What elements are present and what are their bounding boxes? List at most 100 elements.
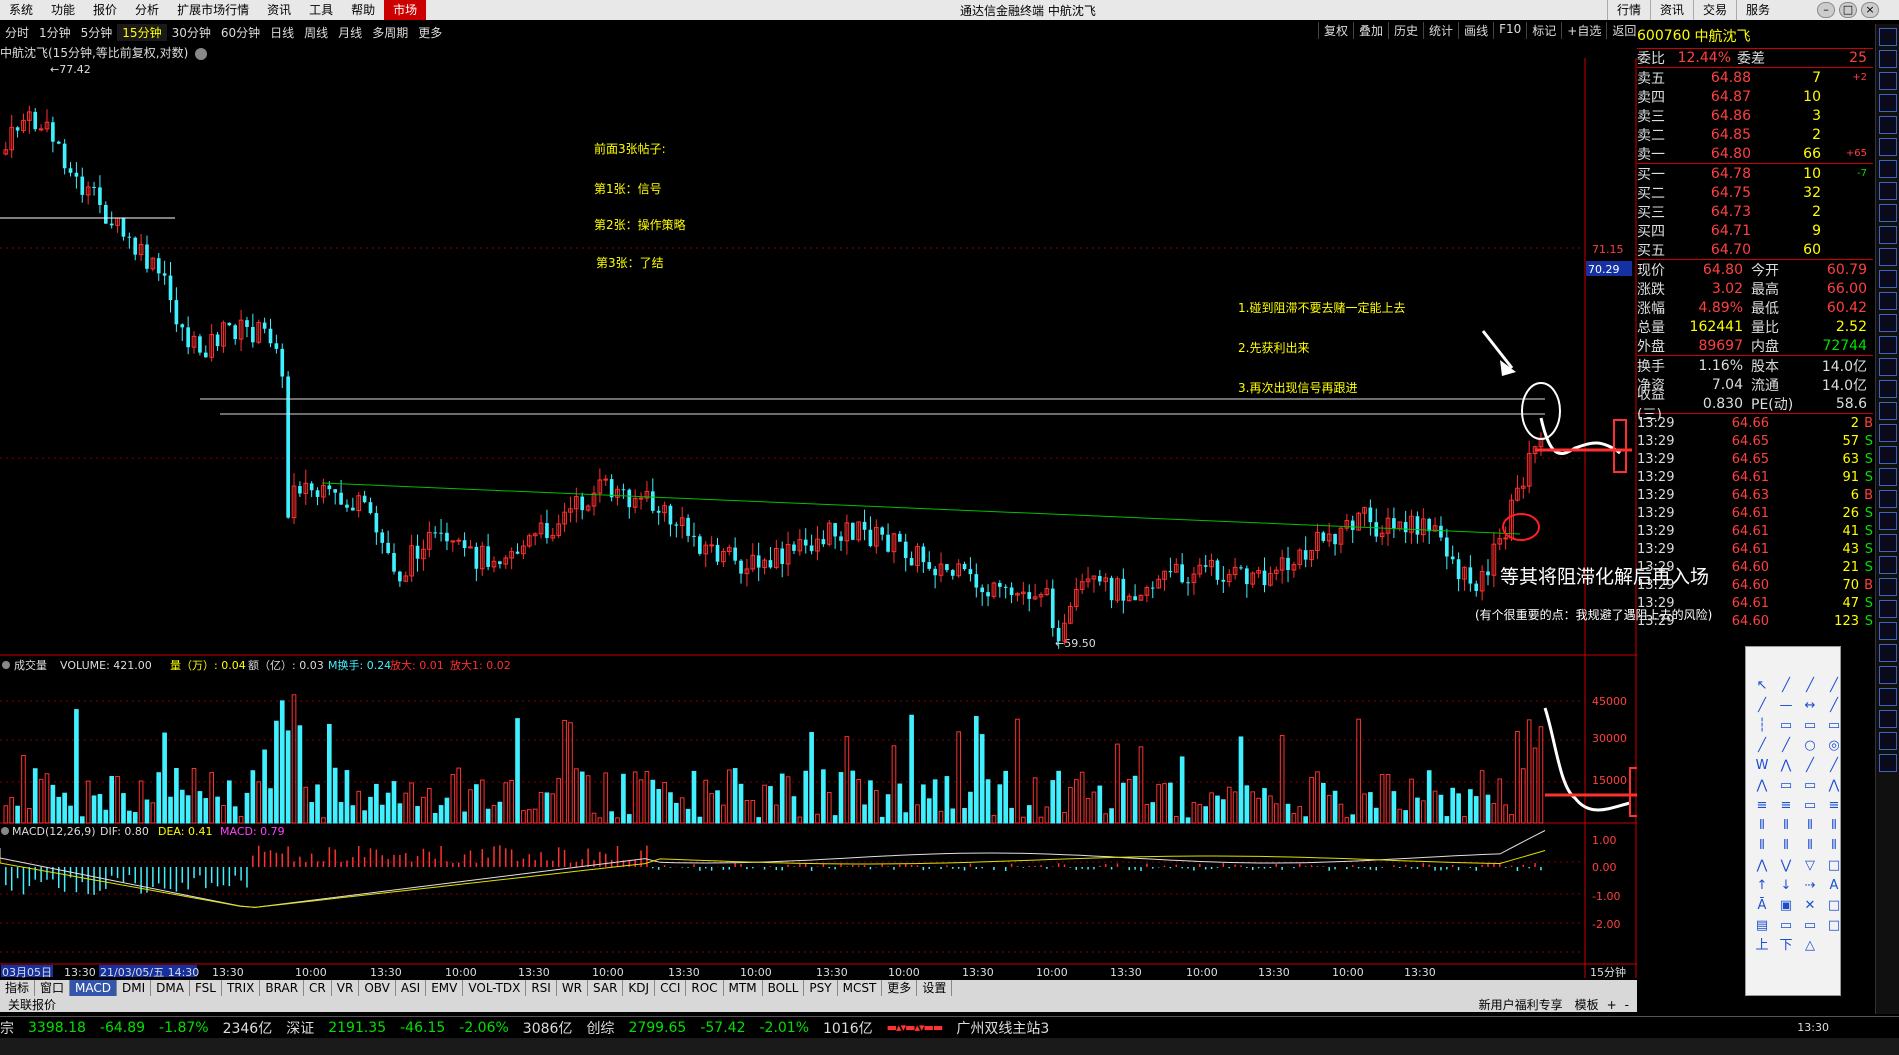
close-button[interactable]: × bbox=[1861, 2, 1879, 18]
sidebar-tool-icon[interactable] bbox=[1879, 490, 1897, 508]
toolbar-button[interactable]: 标记 bbox=[1526, 22, 1561, 39]
indicator-tab[interactable]: PSY bbox=[804, 980, 838, 996]
period-tab[interactable]: 多周期 bbox=[367, 24, 413, 41]
period-tab[interactable]: 5分钟 bbox=[76, 24, 118, 41]
sidebar-tool-icon[interactable] bbox=[1879, 732, 1897, 750]
sidebar-tool-icon[interactable] bbox=[1879, 578, 1897, 596]
sidebar-tool-icon[interactable] bbox=[1879, 688, 1897, 706]
sidebar-tool-icon[interactable] bbox=[1879, 666, 1897, 684]
menu-item[interactable]: 帮助 bbox=[342, 0, 384, 20]
sidebar-tool-icon[interactable] bbox=[1879, 534, 1897, 552]
sidebar-tool-icon[interactable] bbox=[1879, 644, 1897, 662]
menu-market[interactable]: 市场 bbox=[384, 0, 427, 20]
sidebar-tool-icon[interactable] bbox=[1879, 380, 1897, 398]
quote-bottom-tab[interactable]: 价 bbox=[1688, 998, 1712, 1015]
menu-item[interactable]: 功能 bbox=[42, 0, 84, 20]
indicator-tab[interactable]: 更多 bbox=[882, 980, 918, 996]
period-tab[interactable]: 月线 bbox=[333, 24, 367, 41]
toolbar-button[interactable]: +自选 bbox=[1561, 22, 1606, 39]
sidebar-tool-icon[interactable] bbox=[1879, 754, 1897, 772]
period-tab[interactable]: 30分钟 bbox=[167, 24, 216, 41]
menu-item[interactable]: 分析 bbox=[126, 0, 168, 20]
sidebar-tool-icon[interactable] bbox=[1879, 28, 1897, 46]
menu-item[interactable]: 系统 bbox=[0, 0, 42, 20]
sidebar-tool-icon[interactable] bbox=[1879, 204, 1897, 222]
minimize-button[interactable]: – bbox=[1817, 2, 1835, 18]
sidebar-tool-icon[interactable] bbox=[1879, 556, 1897, 574]
quote-bottom-tab[interactable]: 笔 bbox=[1664, 998, 1688, 1015]
quote-bottom-tab[interactable]: 联 bbox=[1760, 998, 1784, 1015]
indicator-tab[interactable]: FSL bbox=[190, 980, 222, 996]
sidebar-tool-icon[interactable] bbox=[1879, 248, 1897, 266]
quote-bottom-tab[interactable]: 主 bbox=[1808, 998, 1832, 1015]
sidebar-tool-icon[interactable] bbox=[1879, 50, 1897, 68]
indicator-tab[interactable]: OBV bbox=[359, 980, 396, 996]
sidebar-tool-icon[interactable] bbox=[1879, 292, 1897, 310]
toolbar-button[interactable]: 统计 bbox=[1423, 22, 1458, 39]
indicator-tab[interactable]: KDJ bbox=[623, 980, 656, 996]
sidebar-tool-icon[interactable] bbox=[1879, 424, 1897, 442]
menu-right-item[interactable]: 行情 bbox=[1606, 0, 1650, 20]
sidebar-tool-icon[interactable] bbox=[1879, 94, 1897, 112]
toolbar-button[interactable]: 历史 bbox=[1388, 22, 1423, 39]
indicator-tab[interactable]: 指标 bbox=[0, 980, 36, 996]
indicator-tab[interactable]: RSI bbox=[526, 980, 557, 996]
quote-bottom-tab[interactable]: 势 bbox=[1736, 998, 1760, 1015]
toolbar-button[interactable]: 复权 bbox=[1318, 22, 1353, 39]
indicator-tab[interactable]: MACD bbox=[70, 980, 118, 996]
menu-item[interactable]: 资讯 bbox=[258, 0, 300, 20]
indicator-tab[interactable]: CCI bbox=[655, 980, 687, 996]
menu-right-item[interactable]: 服务 bbox=[1735, 0, 1779, 20]
indicator-tab[interactable]: WR bbox=[557, 980, 589, 996]
indicator-tab[interactable]: BOLL bbox=[763, 980, 805, 996]
sidebar-tool-icon[interactable] bbox=[1879, 138, 1897, 156]
indicator-tab[interactable]: MCST bbox=[838, 980, 883, 996]
indicator-tab[interactable]: SAR bbox=[588, 980, 624, 996]
sidebar-tool-icon[interactable] bbox=[1879, 358, 1897, 376]
menu-right-item[interactable]: 资讯 bbox=[1649, 0, 1693, 20]
indicator-tab[interactable]: VOL-TDX bbox=[463, 980, 527, 996]
quote-bottom-tab[interactable]: 值 bbox=[1784, 998, 1808, 1015]
template-tab[interactable]: 模板 bbox=[1571, 998, 1603, 1012]
sidebar-tool-icon[interactable] bbox=[1879, 710, 1897, 728]
period-tab[interactable]: 60分钟 bbox=[216, 24, 265, 41]
sidebar-tool-icon[interactable] bbox=[1879, 336, 1897, 354]
sidebar-tool-icon[interactable] bbox=[1879, 622, 1897, 640]
indicator-tab[interactable]: TRIX bbox=[222, 980, 261, 996]
indicator-tab[interactable]: 设置 bbox=[917, 980, 953, 996]
indicator-tab[interactable]: DMI bbox=[117, 980, 152, 996]
indicator-tab[interactable]: 窗口 bbox=[35, 980, 71, 996]
period-tab[interactable]: 15分钟 bbox=[117, 23, 167, 41]
sidebar-tool-icon[interactable] bbox=[1879, 402, 1897, 420]
toolbar-button[interactable]: 叠加 bbox=[1353, 22, 1388, 39]
sidebar-tool-icon[interactable] bbox=[1879, 116, 1897, 134]
sidebar-tool-icon[interactable] bbox=[1879, 160, 1897, 178]
indicator-tab[interactable]: EMV bbox=[426, 980, 464, 996]
indicator-tab[interactable]: DMA bbox=[151, 980, 190, 996]
indicator-tab[interactable]: ASI bbox=[396, 980, 427, 996]
sidebar-tool-icon[interactable] bbox=[1879, 182, 1897, 200]
sidebar-tool-icon[interactable] bbox=[1879, 512, 1897, 530]
period-tab[interactable]: 周线 bbox=[299, 24, 333, 41]
quote-bottom-tab[interactable]: 细 bbox=[1712, 998, 1736, 1015]
sidebar-tool-icon[interactable] bbox=[1879, 314, 1897, 332]
menu-item[interactable]: 扩展市场行情 bbox=[168, 0, 258, 20]
sidebar-tool-icon[interactable] bbox=[1879, 226, 1897, 244]
toolbar-button[interactable]: F10 bbox=[1493, 22, 1526, 39]
sidebar-tool-icon[interactable] bbox=[1879, 446, 1897, 464]
period-tab[interactable]: 日线 bbox=[265, 24, 299, 41]
period-tab[interactable]: 分时 bbox=[0, 24, 34, 41]
sidebar-tool-icon[interactable] bbox=[1879, 72, 1897, 90]
menu-item[interactable]: 工具 bbox=[300, 0, 342, 20]
menu-right-item[interactable]: 交易 bbox=[1692, 0, 1736, 20]
maximize-button[interactable]: □ bbox=[1839, 2, 1857, 18]
indicator-tab[interactable]: MTM bbox=[724, 980, 763, 996]
indicator-tab[interactable]: CR bbox=[304, 980, 332, 996]
menu-item[interactable]: 报价 bbox=[84, 0, 126, 20]
sidebar-tool-icon[interactable] bbox=[1879, 600, 1897, 618]
indicator-tab[interactable]: VR bbox=[332, 980, 360, 996]
quote-bottom-tab[interactable]: 筹 bbox=[1832, 998, 1856, 1015]
template-tab[interactable]: + bbox=[1603, 998, 1621, 1012]
indicator-tab[interactable]: BRAR bbox=[260, 980, 305, 996]
period-tab[interactable]: 1分钟 bbox=[34, 24, 76, 41]
